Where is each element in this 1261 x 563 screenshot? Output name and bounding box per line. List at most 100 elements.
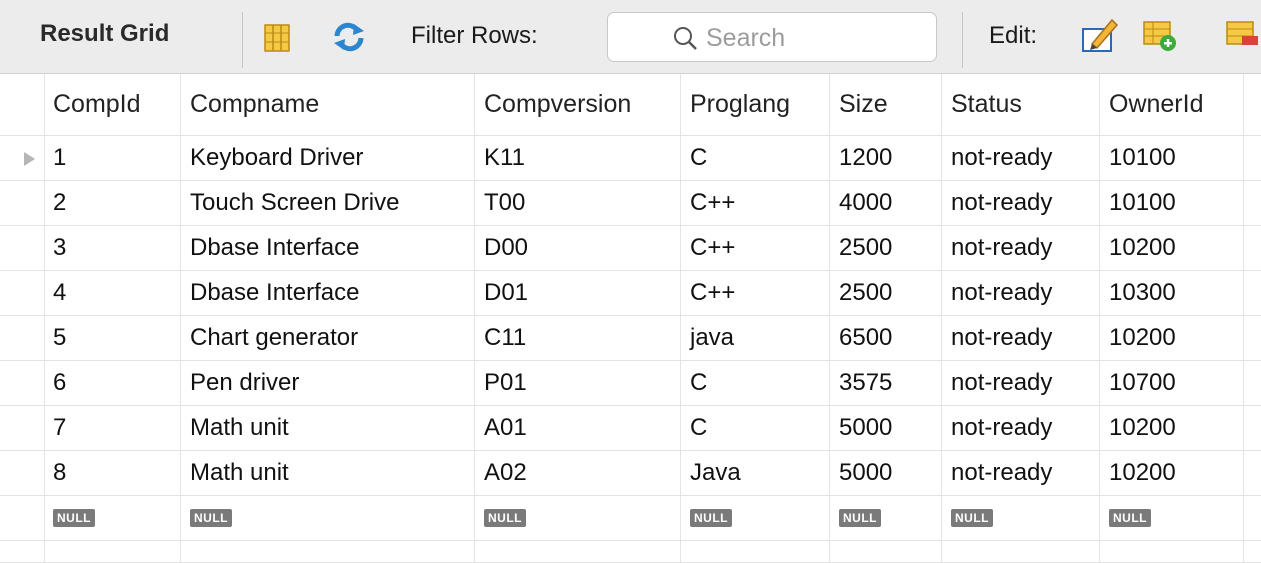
table-cell[interactable]: T00 [475, 181, 681, 225]
result-grid-title[interactable]: Result Grid [40, 20, 169, 48]
edit-pencil-icon[interactable] [1080, 14, 1120, 59]
table-cell[interactable]: A02 [475, 451, 681, 495]
row-gutter[interactable] [0, 316, 45, 360]
table-row[interactable]: 6 Pen driver P01 C 3575 not-ready 10700 [0, 361, 1261, 406]
table-cell[interactable]: Dbase Interface [181, 226, 475, 270]
table-cell[interactable]: Math unit [181, 406, 475, 450]
table-cell[interactable]: 3 [44, 226, 181, 270]
column-header[interactable]: Status [942, 74, 1100, 135]
null-badge: NULL [1109, 509, 1151, 527]
table-cell[interactable]: 10200 [1100, 451, 1244, 495]
search-field[interactable] [607, 12, 937, 62]
null-cell[interactable]: NULL [942, 496, 1100, 540]
table-row[interactable]: 5 Chart generator C11 java 6500 not-read… [0, 316, 1261, 361]
table-cell[interactable]: Pen driver [181, 361, 475, 405]
table-cell[interactable]: 4000 [830, 181, 942, 225]
table-cell[interactable]: 5000 [830, 406, 942, 450]
table-row[interactable]: 7 Math unit A01 C 5000 not-ready 10200 [0, 406, 1261, 451]
column-header[interactable]: Compname [181, 74, 475, 135]
table-cell[interactable]: not-ready [942, 316, 1100, 360]
table-row[interactable]: 8 Math unit A02 Java 5000 not-ready 1020… [0, 451, 1261, 496]
table-cell[interactable]: 1200 [830, 136, 942, 180]
table-cell[interactable]: C++ [681, 226, 830, 270]
table-cell[interactable]: 2 [44, 181, 181, 225]
row-gutter[interactable] [0, 271, 45, 315]
row-gutter[interactable] [0, 226, 45, 270]
table-cell[interactable]: not-ready [942, 406, 1100, 450]
column-header[interactable]: Size [830, 74, 942, 135]
null-cell[interactable]: NULL [681, 496, 830, 540]
table-cell[interactable]: 2500 [830, 226, 942, 270]
table-cell[interactable]: 5000 [830, 451, 942, 495]
table-cell[interactable]: C++ [681, 271, 830, 315]
column-header[interactable]: CompId [44, 74, 181, 135]
table-cell[interactable]: C [681, 406, 830, 450]
table-cell[interactable]: Math unit [181, 451, 475, 495]
table-cell[interactable]: not-ready [942, 136, 1100, 180]
table-cell[interactable]: 4 [44, 271, 181, 315]
table-row[interactable]: 4 Dbase Interface D01 C++ 2500 not-ready… [0, 271, 1261, 316]
null-cell[interactable]: NULL [830, 496, 942, 540]
column-header[interactable]: Proglang [681, 74, 830, 135]
table-cell[interactable]: not-ready [942, 361, 1100, 405]
refresh-icon[interactable] [333, 22, 365, 57]
row-gutter[interactable] [0, 406, 45, 450]
add-row-icon[interactable] [1143, 20, 1177, 57]
table-row[interactable]: 3 Dbase Interface D00 C++ 2500 not-ready… [0, 226, 1261, 271]
null-cell[interactable]: NULL [44, 496, 181, 540]
table-cell[interactable]: A01 [475, 406, 681, 450]
table-cell[interactable]: 6 [44, 361, 181, 405]
table-cell[interactable]: D00 [475, 226, 681, 270]
row-gutter[interactable] [0, 361, 45, 405]
table-cell[interactable]: Keyboard Driver [181, 136, 475, 180]
table-cell[interactable]: not-ready [942, 181, 1100, 225]
table-cell[interactable]: 10100 [1100, 181, 1244, 225]
table-cell[interactable]: 10200 [1100, 226, 1244, 270]
null-cell[interactable]: NULL [181, 496, 475, 540]
result-grid[interactable]: CompId Compname Compversion Proglang Siz… [0, 74, 1261, 563]
search-input[interactable] [704, 19, 928, 57]
column-header[interactable]: Compversion [475, 74, 681, 135]
table-cell[interactable]: not-ready [942, 451, 1100, 495]
table-cell[interactable]: Dbase Interface [181, 271, 475, 315]
table-cell[interactable]: 1 [44, 136, 181, 180]
table-cell[interactable]: Touch Screen Drive [181, 181, 475, 225]
table-cell[interactable]: C [681, 361, 830, 405]
table-cell[interactable]: 7 [44, 406, 181, 450]
delete-row-icon[interactable] [1226, 20, 1261, 57]
table-cell[interactable]: 10300 [1100, 271, 1244, 315]
null-cell[interactable]: NULL [1100, 496, 1244, 540]
table-cell[interactable]: Java [681, 451, 830, 495]
table-cell[interactable]: java [681, 316, 830, 360]
table-row[interactable]: 2 Touch Screen Drive T00 C++ 4000 not-re… [0, 181, 1261, 226]
table-row[interactable]: 1 Keyboard Driver K11 C 1200 not-ready 1… [0, 136, 1261, 181]
row-gutter[interactable] [0, 451, 45, 495]
null-badge: NULL [53, 509, 95, 527]
table-cell[interactable]: 10700 [1100, 361, 1244, 405]
grid-columns-icon[interactable] [264, 24, 290, 57]
table-cell[interactable]: C++ [681, 181, 830, 225]
row-gutter[interactable] [0, 136, 45, 180]
row-gutter[interactable] [0, 181, 45, 225]
table-cell[interactable]: not-ready [942, 271, 1100, 315]
table-cell[interactable]: K11 [475, 136, 681, 180]
table-cell[interactable]: 3575 [830, 361, 942, 405]
table-cell[interactable]: D01 [475, 271, 681, 315]
table-cell[interactable]: 5 [44, 316, 181, 360]
table-cell[interactable]: Chart generator [181, 316, 475, 360]
table-cell[interactable]: P01 [475, 361, 681, 405]
table-cell[interactable]: 6500 [830, 316, 942, 360]
column-header[interactable]: OwnerId [1100, 74, 1244, 135]
table-cell[interactable]: 10200 [1100, 406, 1244, 450]
null-badge: NULL [484, 509, 526, 527]
table-cell[interactable]: 2500 [830, 271, 942, 315]
table-cell[interactable]: C11 [475, 316, 681, 360]
new-row[interactable]: NULL NULL NULL NULL NULL NULL NULL [0, 496, 1261, 541]
table-cell[interactable]: not-ready [942, 226, 1100, 270]
table-cell[interactable]: 10100 [1100, 136, 1244, 180]
row-gutter[interactable] [0, 496, 45, 540]
table-cell[interactable]: 8 [44, 451, 181, 495]
null-cell[interactable]: NULL [475, 496, 681, 540]
table-cell[interactable]: C [681, 136, 830, 180]
table-cell[interactable]: 10200 [1100, 316, 1244, 360]
